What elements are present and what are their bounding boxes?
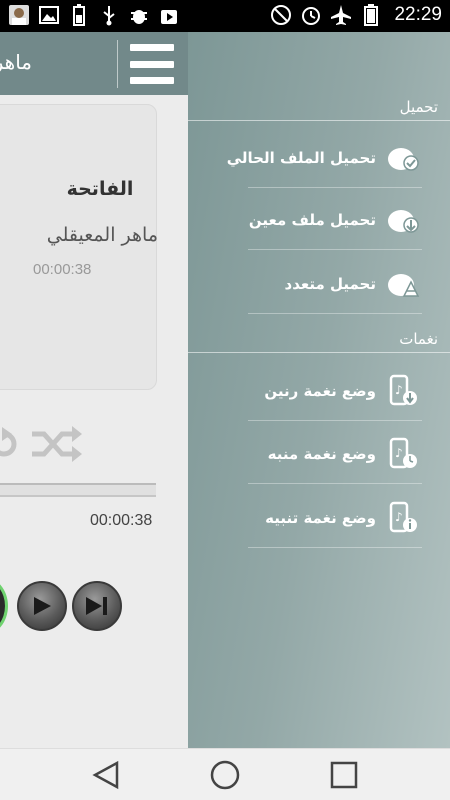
play-store-icon — [158, 4, 180, 26]
section-divider — [188, 120, 450, 121]
reciter-name: ماهر المعيقلي — [46, 224, 158, 246]
item-separator — [248, 313, 422, 314]
section-title-download: تحميل — [399, 98, 438, 116]
track-card — [0, 104, 157, 390]
track-duration: 00:00:38 — [33, 261, 92, 278]
drawer-item-label: تحميل ملف معين — [248, 211, 376, 229]
airplane-icon — [330, 4, 352, 26]
back-icon[interactable] — [88, 757, 124, 793]
play-button[interactable] — [17, 581, 67, 631]
drawer-item-label: وضع نغمة رنين — [264, 382, 376, 400]
app-header: ماهر — [0, 32, 188, 95]
ringtone-icon: ♪ — [386, 374, 420, 408]
play-icon — [34, 597, 51, 615]
cloud-multi-icon — [386, 267, 420, 301]
app-title: ماهر — [0, 50, 32, 74]
drawer-item-download-specific[interactable]: تحميل ملف معين — [188, 190, 450, 250]
image-icon — [38, 4, 60, 26]
menu-icon[interactable] — [130, 44, 174, 84]
seek-bar[interactable] — [0, 483, 156, 497]
bug-icon — [128, 4, 150, 26]
section-divider — [188, 352, 450, 353]
section-title-tones: نغمات — [399, 330, 438, 348]
battery-icon — [360, 4, 382, 26]
sura-name: الفاتحة — [66, 178, 134, 200]
drawer-item-set-notification-tone[interactable]: وضع نغمة تنبيه ♪ — [188, 488, 450, 548]
header-divider — [117, 40, 118, 88]
clock: 22:29 — [394, 4, 442, 25]
svg-text:♪: ♪ — [395, 510, 403, 524]
drawer-item-label: وضع نغمة منبه — [267, 445, 376, 463]
play-pause-button[interactable] — [0, 577, 8, 635]
player-screen: ماهر الفاتحة ماهر المعيقلي 00:00:38 00:0… — [0, 32, 188, 748]
drawer-item-download-current[interactable]: تحميل الملف الحالي — [188, 128, 450, 188]
svg-text:♪: ♪ — [395, 383, 403, 397]
battery-saver-icon — [68, 4, 90, 26]
notification-tone-icon: ♪ — [386, 501, 420, 535]
navigation-drawer: تحميل تحميل الملف الحالي تحميل ملف معين … — [188, 32, 450, 748]
drawer-item-label: تحميل متعدد — [284, 275, 376, 293]
system-nav-bar — [0, 748, 450, 800]
mute-icon — [270, 4, 292, 26]
item-separator — [248, 187, 422, 188]
item-separator — [248, 483, 422, 484]
cloud-check-icon — [386, 141, 420, 175]
system-icons: 22:29 — [270, 4, 442, 26]
drawer-item-label: وضع نغمة تنبيه — [265, 509, 376, 527]
next-button[interactable] — [72, 581, 122, 631]
drawer-item-set-alarm-tone[interactable]: وضع نغمة منبه ♪ — [188, 424, 450, 484]
recents-icon[interactable] — [326, 757, 362, 793]
status-bar: 22:29 — [0, 0, 450, 32]
shuffle-icon[interactable] — [30, 424, 82, 468]
item-separator — [248, 420, 422, 421]
alarm-icon — [300, 4, 322, 26]
drawer-item-download-multiple[interactable]: تحميل متعدد — [188, 254, 450, 314]
notification-icons — [8, 4, 180, 26]
alarm-tone-icon: ♪ — [386, 437, 420, 471]
skip-next-icon — [86, 597, 107, 615]
drawer-item-label: تحميل الملف الحالي — [226, 149, 376, 167]
elapsed-time: 00:00:38 — [90, 512, 153, 529]
home-icon[interactable] — [207, 757, 243, 793]
repeat-icon[interactable] — [0, 424, 18, 468]
cloud-download-icon — [386, 203, 420, 237]
usb-icon — [98, 4, 120, 26]
item-separator — [248, 249, 422, 250]
drawer-item-set-ringtone[interactable]: وضع نغمة رنين ♪ — [188, 361, 450, 421]
svg-text:♪: ♪ — [395, 446, 403, 460]
item-separator — [248, 547, 422, 548]
avatar-icon — [8, 4, 30, 26]
